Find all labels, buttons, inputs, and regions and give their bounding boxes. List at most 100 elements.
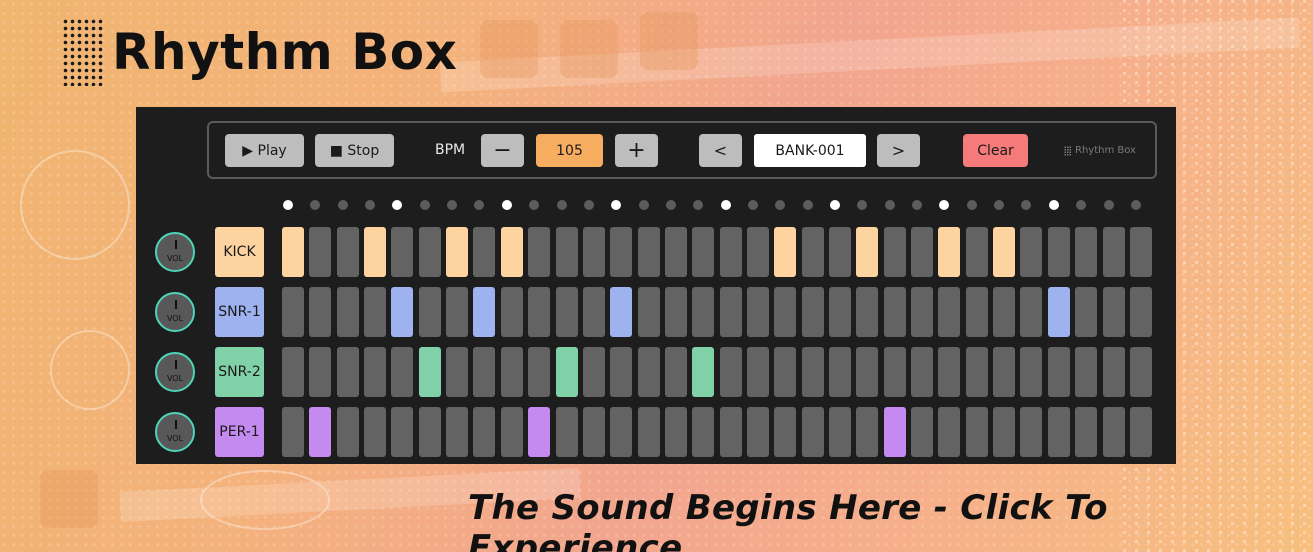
step-pad-active[interactable]: [610, 287, 633, 337]
step-pad[interactable]: [637, 287, 660, 337]
step-pad[interactable]: [965, 227, 988, 277]
step-pad[interactable]: [637, 347, 660, 397]
play-button[interactable]: ▶ Play: [225, 134, 304, 167]
step-pad[interactable]: [938, 347, 961, 397]
step-pad[interactable]: [282, 287, 304, 337]
step-pad[interactable]: [692, 227, 715, 277]
step-pad[interactable]: [582, 287, 605, 337]
step-pad[interactable]: [1075, 407, 1098, 457]
step-pad[interactable]: [336, 227, 359, 277]
step-pad[interactable]: [637, 407, 660, 457]
step-pad[interactable]: [500, 287, 523, 337]
step-pad[interactable]: [336, 287, 359, 337]
step-pad[interactable]: [829, 407, 851, 457]
step-pad[interactable]: [637, 227, 660, 277]
step-pad[interactable]: [528, 347, 551, 397]
step-pad-active[interactable]: [856, 227, 879, 277]
step-pad[interactable]: [309, 347, 332, 397]
step-pad[interactable]: [500, 407, 523, 457]
step-pad[interactable]: [391, 407, 414, 457]
step-pad[interactable]: [1102, 347, 1125, 397]
step-pad-active[interactable]: [309, 407, 332, 457]
step-pad[interactable]: [446, 407, 469, 457]
step-pad[interactable]: [418, 407, 441, 457]
track-label-button[interactable]: SNR-1: [215, 287, 264, 337]
step-pad[interactable]: [1102, 407, 1125, 457]
step-pad[interactable]: [801, 407, 824, 457]
step-pad[interactable]: [692, 407, 715, 457]
step-pad[interactable]: [364, 287, 387, 337]
step-pad[interactable]: [582, 227, 605, 277]
step-pad[interactable]: [555, 227, 578, 277]
step-pad-active[interactable]: [446, 227, 469, 277]
step-pad[interactable]: [911, 287, 934, 337]
step-pad[interactable]: [446, 347, 469, 397]
volume-knob[interactable]: VOL: [155, 352, 195, 392]
step-pad[interactable]: [364, 407, 387, 457]
step-pad[interactable]: [1047, 227, 1070, 277]
step-pad[interactable]: [500, 347, 523, 397]
step-pad[interactable]: [1020, 227, 1043, 277]
volume-knob[interactable]: VOL: [155, 232, 195, 272]
step-pad[interactable]: [418, 287, 441, 337]
step-pad[interactable]: [801, 227, 824, 277]
step-pad[interactable]: [1020, 347, 1043, 397]
step-pad-active[interactable]: [282, 227, 304, 277]
clear-button[interactable]: Clear: [963, 134, 1028, 167]
step-pad[interactable]: [1129, 287, 1152, 337]
step-pad[interactable]: [1102, 287, 1125, 337]
step-pad-active[interactable]: [1047, 287, 1070, 337]
step-pad[interactable]: [555, 287, 578, 337]
step-pad[interactable]: [1129, 227, 1152, 277]
step-pad[interactable]: [336, 347, 359, 397]
step-pad[interactable]: [664, 287, 687, 337]
step-pad[interactable]: [336, 407, 359, 457]
step-pad[interactable]: [883, 227, 906, 277]
step-pad[interactable]: [746, 227, 769, 277]
step-pad[interactable]: [391, 347, 414, 397]
step-pad[interactable]: [883, 287, 906, 337]
step-pad[interactable]: [719, 287, 742, 337]
step-pad-active[interactable]: [364, 227, 387, 277]
step-pad[interactable]: [610, 407, 633, 457]
step-pad[interactable]: [774, 347, 797, 397]
step-pad[interactable]: [719, 407, 742, 457]
step-pad-active[interactable]: [473, 287, 496, 337]
step-pad-active[interactable]: [692, 347, 715, 397]
step-pad[interactable]: [1129, 347, 1152, 397]
step-pad[interactable]: [664, 227, 687, 277]
step-pad[interactable]: [719, 227, 742, 277]
step-pad[interactable]: [746, 407, 769, 457]
step-pad[interactable]: [856, 347, 879, 397]
step-pad[interactable]: [582, 347, 605, 397]
step-pad[interactable]: [965, 347, 988, 397]
step-pad[interactable]: [664, 407, 687, 457]
step-pad[interactable]: [418, 227, 441, 277]
step-pad[interactable]: [883, 347, 906, 397]
bpm-increase-button[interactable]: +: [615, 134, 658, 167]
volume-knob[interactable]: VOL: [155, 412, 195, 452]
step-pad[interactable]: [993, 287, 1016, 337]
step-pad[interactable]: [1047, 347, 1070, 397]
bpm-decrease-button[interactable]: −: [481, 134, 524, 167]
step-pad[interactable]: [473, 407, 496, 457]
step-pad[interactable]: [774, 407, 797, 457]
step-pad[interactable]: [856, 287, 879, 337]
step-pad[interactable]: [911, 227, 934, 277]
step-pad[interactable]: [719, 347, 742, 397]
step-pad-active[interactable]: [500, 227, 523, 277]
step-pad-active[interactable]: [391, 287, 414, 337]
step-pad-active[interactable]: [883, 407, 906, 457]
step-pad[interactable]: [555, 407, 578, 457]
step-pad[interactable]: [309, 227, 332, 277]
bank-previous-button[interactable]: <: [699, 134, 742, 167]
step-pad[interactable]: [938, 287, 961, 337]
bank-name-field[interactable]: BANK-001: [754, 134, 866, 167]
step-pad[interactable]: [829, 227, 851, 277]
step-pad[interactable]: [856, 407, 879, 457]
step-pad[interactable]: [692, 287, 715, 337]
step-pad[interactable]: [1075, 287, 1098, 337]
step-pad[interactable]: [364, 347, 387, 397]
step-pad[interactable]: [938, 407, 961, 457]
step-pad[interactable]: [1102, 227, 1125, 277]
